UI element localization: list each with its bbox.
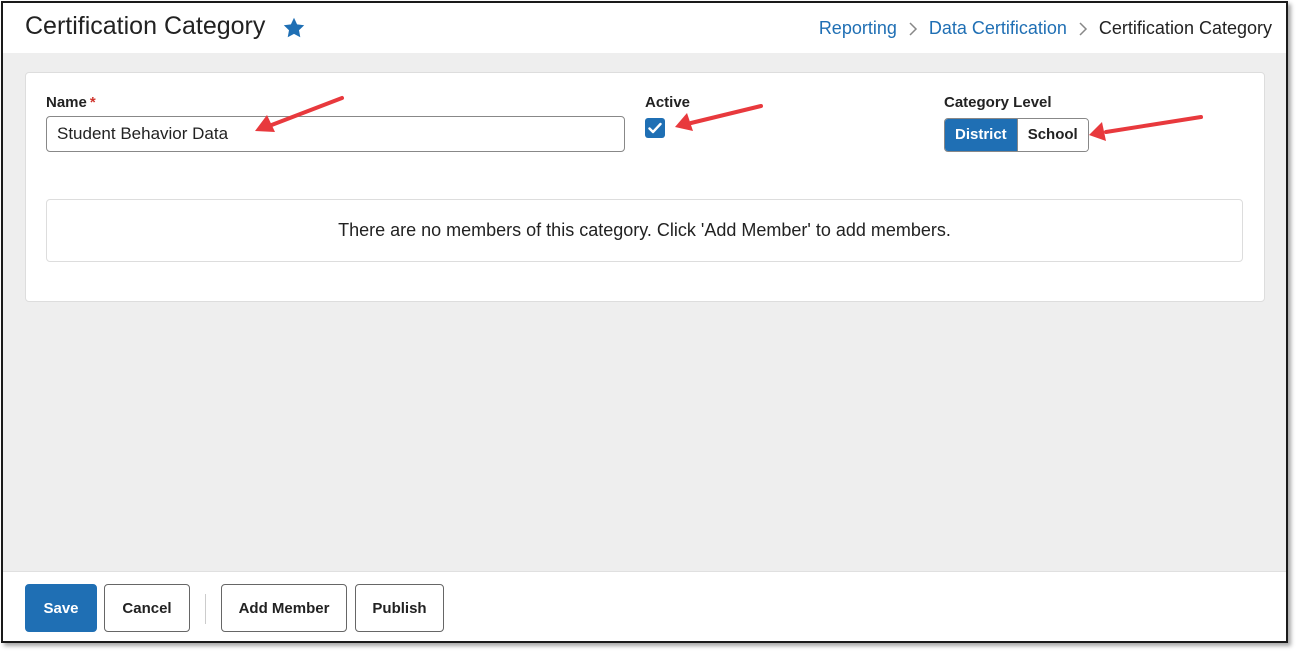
breadcrumb-data-certification[interactable]: Data Certification xyxy=(929,18,1067,39)
name-label: Name * xyxy=(46,94,96,111)
cancel-button[interactable]: Cancel xyxy=(104,584,190,632)
page-title: Certification Category xyxy=(25,12,266,40)
page-header: Certification Category Reporting Data Ce… xyxy=(3,3,1286,53)
required-marker: * xyxy=(89,94,96,111)
category-level-district-option[interactable]: District xyxy=(945,119,1017,151)
breadcrumb: Reporting Data Certification Certificati… xyxy=(819,18,1272,39)
category-level-school-option[interactable]: School xyxy=(1016,119,1088,151)
category-form-card: Name* Active Category Level District Sch… xyxy=(25,72,1265,302)
action-bar: Save Cancel Add Member Publish xyxy=(3,571,1286,641)
category-level-toggle: District School xyxy=(944,118,1089,152)
members-empty-message: There are no members of this category. C… xyxy=(46,199,1243,262)
chevron-right-icon xyxy=(909,21,917,36)
active-label: Active xyxy=(645,94,691,111)
name-input[interactable] xyxy=(46,116,625,152)
category-level-label: Category Level xyxy=(944,94,1052,111)
breadcrumb-reporting[interactable]: Reporting xyxy=(819,18,897,39)
publish-button[interactable]: Publish xyxy=(355,584,444,632)
save-button[interactable]: Save xyxy=(25,584,97,632)
active-checkbox[interactable] xyxy=(645,118,665,138)
checkmark-icon xyxy=(648,122,662,134)
app-window: Certification Category Reporting Data Ce… xyxy=(1,1,1288,643)
chevron-right-icon xyxy=(1079,21,1087,36)
name-label-text: Name xyxy=(46,94,87,111)
footer-divider xyxy=(205,594,206,624)
add-member-button[interactable]: Add Member xyxy=(221,584,347,632)
breadcrumb-current: Certification Category xyxy=(1098,18,1272,38)
star-icon[interactable] xyxy=(282,16,306,40)
